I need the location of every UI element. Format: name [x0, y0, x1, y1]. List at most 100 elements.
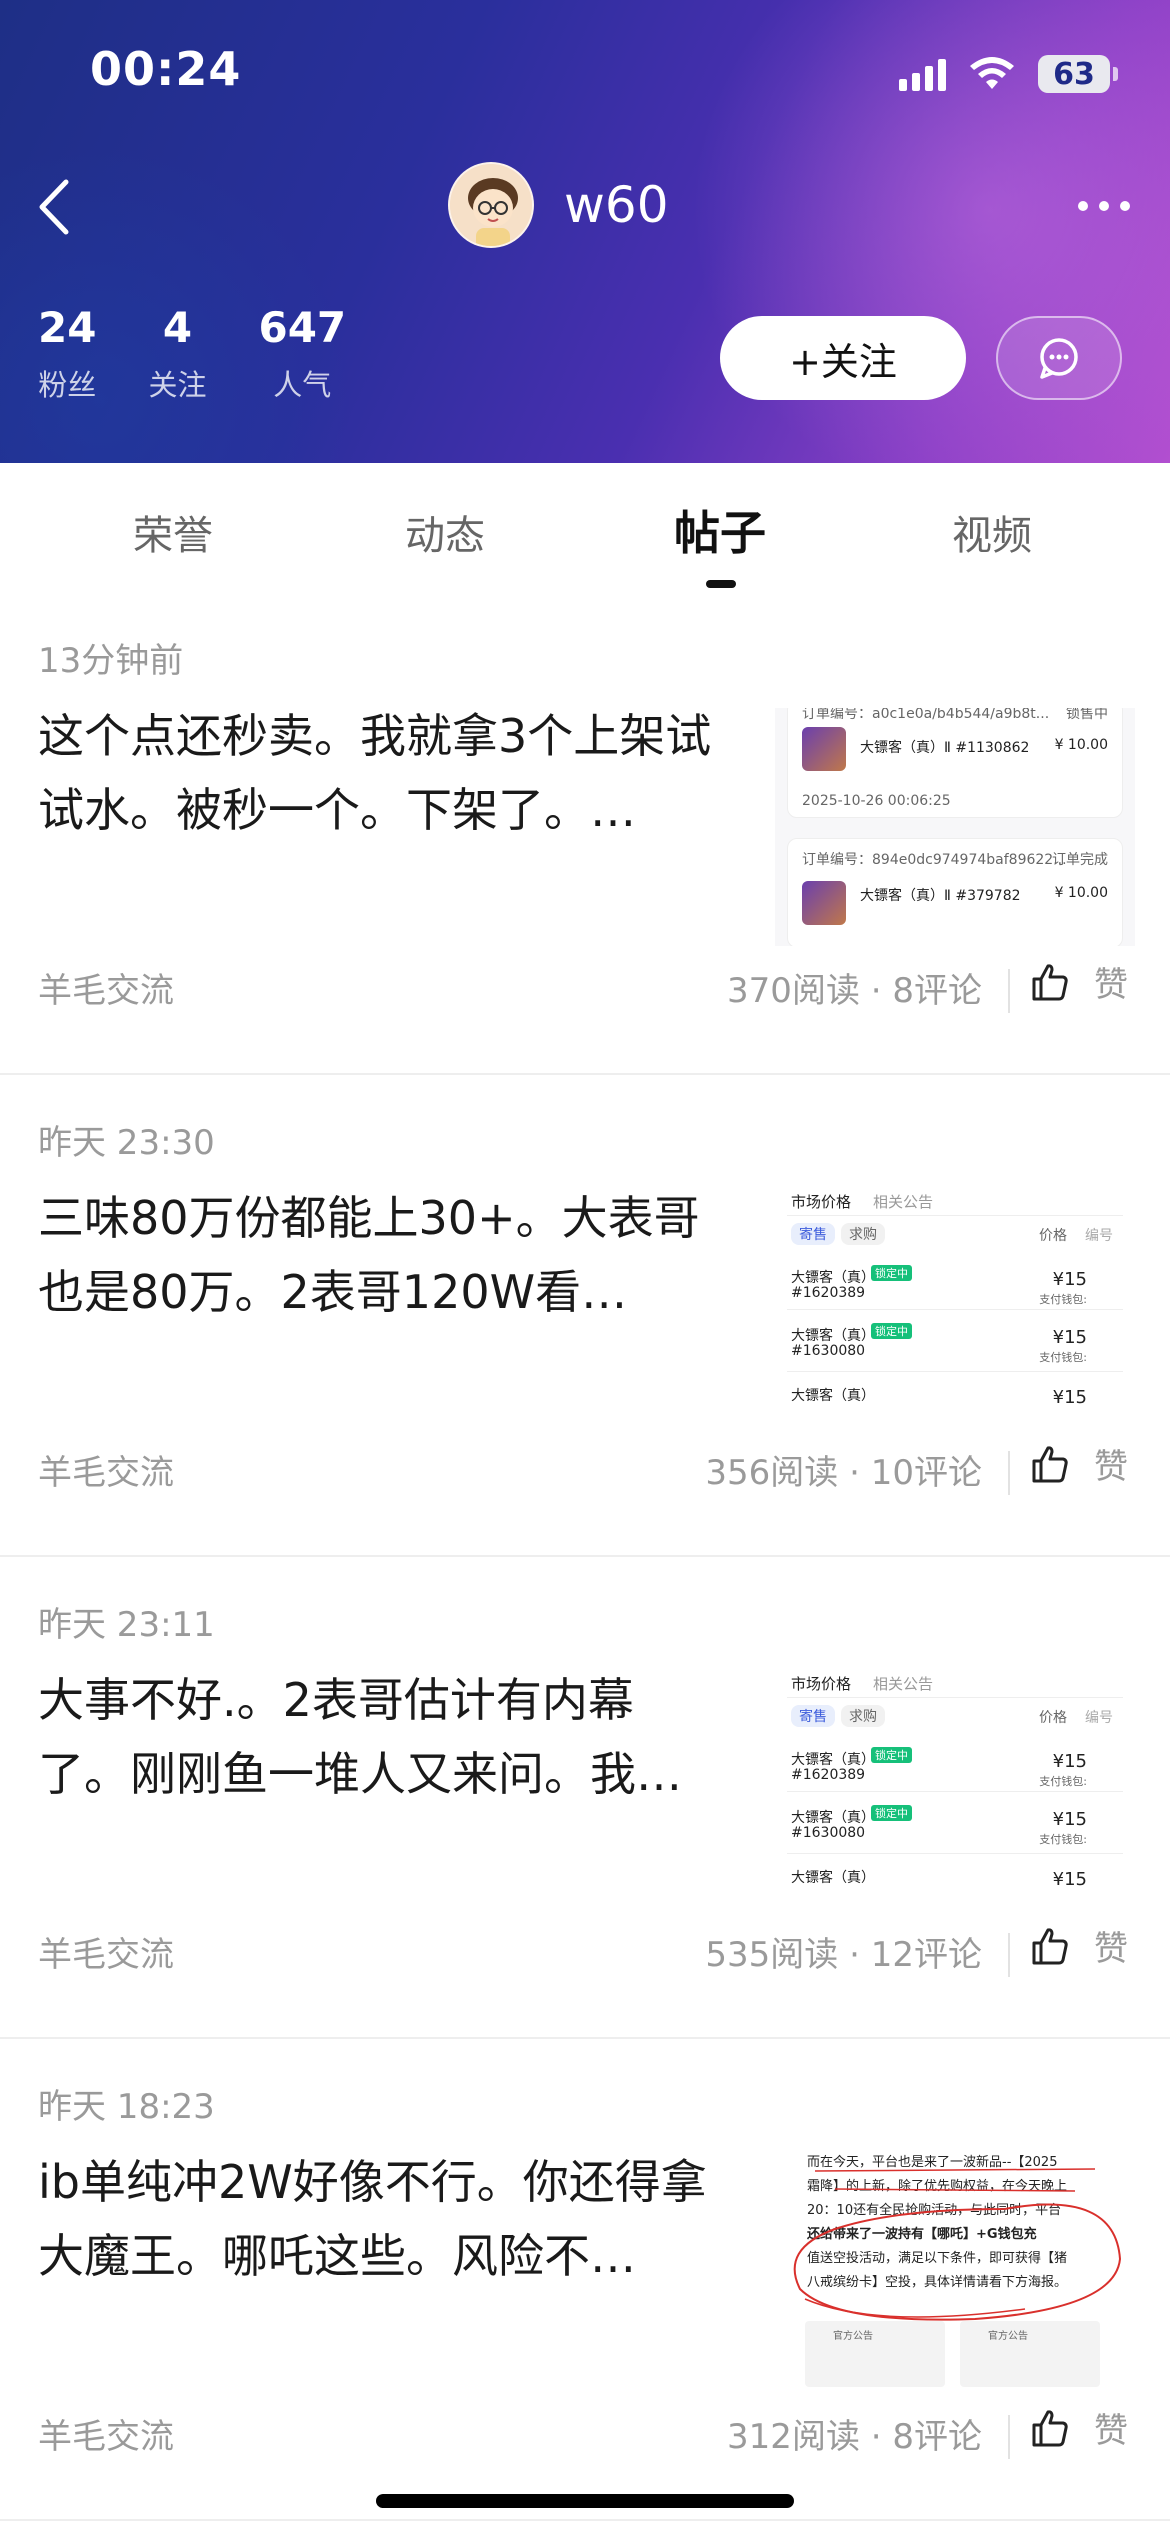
avatar-illustration — [450, 164, 532, 246]
stat-number: 647 — [258, 303, 347, 352]
tab-honors[interactable]: 荣誉 — [133, 503, 213, 561]
post-category[interactable]: 羊毛交流 — [38, 1445, 174, 1494]
listing-payment: 支付钱包: — [1039, 1293, 1087, 1306]
post-thumbnail[interactable]: 市场价格 相关公告 寄售 求购 价格 编号 大镖客（真） 锁定中 #162038… — [775, 1185, 1135, 1423]
preview-caption: 官方公告 — [833, 2331, 873, 2342]
post-item[interactable]: 昨天 23:11 大事不好.。2表哥估计有内幕了。刚刚鱼一堆人又来问。我… 市场… — [0, 1557, 1170, 2039]
post-footer: 羊毛交流 312阅读 · 8评论 赞 — [0, 2399, 1170, 2479]
post-thumbnail[interactable]: 而在今天，平台也是来了一波新品--【2025 霜降】的上新，除了优先购权益，在今… — [775, 2149, 1135, 2387]
divider — [787, 1215, 1123, 1216]
price-column: 价格 — [1039, 1228, 1067, 1244]
listing-name: 大镖客（真） — [791, 1328, 875, 1344]
screenshot-preview: 官方公告 — [805, 2321, 945, 2387]
notice-tab: 相关公告 — [873, 1193, 934, 1211]
divider — [1008, 2415, 1010, 2459]
stat-number: 4 — [162, 303, 193, 352]
tab-posts[interactable]: 帖子 — [674, 497, 766, 563]
post-item[interactable]: 昨天 18:23 ib单纯冲2W好像不行。你还得拿大魔王。哪吒这些。风险不… 而… — [0, 2039, 1170, 2521]
listing-price: ¥15 — [1052, 1869, 1087, 1890]
like-label: 赞 — [1094, 1447, 1128, 1487]
tab-activity[interactable]: 动态 — [405, 503, 485, 561]
post-stats: 535阅读 · 12评论 — [705, 1935, 982, 1975]
thumbs-up-icon — [1032, 1927, 1068, 1964]
like-button[interactable]: 赞 — [1030, 1921, 1128, 1970]
post-text[interactable]: 三味80万份都能上30+。大表哥也是80万。2表哥120W看… — [38, 1181, 718, 1329]
listing-price: ¥15 — [1052, 1809, 1087, 1830]
post-text[interactable]: 大事不好.。2表哥估计有内幕了。刚刚鱼一堆人又来问。我… — [38, 1663, 718, 1811]
item-image — [802, 881, 846, 925]
listing-payment: 支付钱包: — [1039, 1833, 1087, 1846]
thumbs-up-icon — [1032, 2409, 1068, 2446]
listing-id: #1620389 — [791, 1285, 866, 1301]
locked-badge: 锁定中 — [871, 1323, 912, 1339]
post-stats: 312阅读 · 8评论 — [727, 2417, 982, 2457]
price-column: 价格 — [1039, 1710, 1067, 1726]
like-button[interactable]: 赞 — [1030, 1439, 1128, 1488]
post-category[interactable]: 羊毛交流 — [38, 963, 174, 1012]
post-stats: 356阅读 · 10评论 — [705, 1453, 982, 1493]
post-item[interactable]: 昨天 23:30 三味80万份都能上30+。大表哥也是80万。2表哥120W看…… — [0, 1075, 1170, 1557]
listing-payment: 支付钱包: — [1039, 1351, 1087, 1364]
order-number: 订单编号：894e0dc974974baf89622... — [802, 852, 1067, 868]
post-time: 昨天 23:11 — [38, 1605, 215, 1645]
divider — [787, 1791, 1123, 1792]
divider — [1008, 1451, 1010, 1495]
more-options-icon[interactable] — [1078, 196, 1130, 216]
cellular-signal-icon — [899, 57, 946, 91]
id-column: 编号 — [1085, 1710, 1113, 1726]
post-item[interactable]: 13分钟前 这个点还秒卖。我就拿3个上架试试水。被秒一个。下架了。… 订单编号：… — [0, 593, 1170, 1075]
item-price: ¥ 10.00 — [1054, 737, 1108, 753]
listing-price: ¥15 — [1052, 1387, 1087, 1408]
post-category[interactable]: 羊毛交流 — [38, 2409, 174, 2458]
divider — [787, 1309, 1123, 1310]
screenshot-preview: 官方公告 — [960, 2321, 1100, 2387]
active-tab-indicator — [706, 580, 736, 588]
follow-button[interactable]: +关注 — [720, 316, 966, 400]
like-button[interactable]: 赞 — [1030, 2403, 1128, 2452]
post-thumbnail[interactable]: 订单编号：a0c1e0a/b4b544/a9b8t... 锁售中 大镖客（真）Ⅱ… — [775, 708, 1135, 946]
like-label: 赞 — [1094, 1929, 1128, 1969]
post-category[interactable]: 羊毛交流 — [38, 1927, 174, 1976]
divider — [787, 1853, 1123, 1854]
username: w60 — [564, 176, 669, 234]
divider — [1008, 969, 1010, 1013]
listing-id: #1630080 — [791, 1825, 866, 1841]
locked-badge: 锁定中 — [871, 1747, 912, 1763]
order-card: 订单编号：894e0dc974974baf89622... 订单完成 大镖客（真… — [787, 838, 1123, 946]
tab-videos[interactable]: 视频 — [952, 503, 1032, 561]
item-name: 大镖客（真）Ⅱ #379782 — [860, 888, 1021, 904]
status-time: 00:24 — [90, 42, 242, 96]
market-tab: 市场价格 — [791, 1193, 852, 1211]
order-date: 2025-10-26 00:06:25 — [802, 793, 951, 809]
post-thumbnail[interactable]: 市场价格 相关公告 寄售 求购 价格 编号 大镖客（真） 锁定中 #162038… — [775, 1667, 1135, 1905]
stat-following[interactable]: 4 关注 — [148, 300, 206, 404]
notice-tab: 相关公告 — [873, 1675, 934, 1693]
listing-price: ¥15 — [1052, 1269, 1087, 1290]
avatar[interactable] — [448, 162, 534, 248]
post-time: 昨天 23:30 — [38, 1123, 215, 1163]
home-indicator[interactable] — [376, 2494, 794, 2508]
post-text[interactable]: ib单纯冲2W好像不行。你还得拿大魔王。哪吒这些。风险不… — [38, 2145, 718, 2293]
item-price: ¥ 10.00 — [1054, 885, 1108, 901]
post-footer: 羊毛交流 535阅读 · 12评论 赞 — [0, 1917, 1170, 1997]
post-footer: 羊毛交流 370阅读 · 8评论 赞 — [0, 953, 1170, 1033]
thumbs-up-icon — [1032, 1445, 1068, 1482]
item-image — [802, 727, 846, 771]
post-time: 昨天 18:23 — [38, 2087, 215, 2127]
back-arrow-icon[interactable] — [30, 172, 80, 242]
item-name: 大镖客（真）Ⅱ #1130862 — [860, 740, 1030, 756]
consign-chip: 寄售 — [791, 1705, 835, 1727]
listing-name: 大镖客（真） — [791, 1870, 875, 1886]
listing-payment: 支付钱包: — [1039, 1775, 1087, 1788]
like-button[interactable]: 赞 — [1030, 957, 1128, 1006]
stat-label: 粉丝 — [38, 368, 97, 402]
wifi-icon — [970, 57, 1014, 89]
listing-price: ¥15 — [1052, 1751, 1087, 1772]
stat-followers[interactable]: 24 粉丝 — [38, 300, 96, 404]
post-text[interactable]: 这个点还秒卖。我就拿3个上架试试水。被秒一个。下架了。… — [38, 699, 718, 847]
thumbs-up-icon — [1032, 963, 1068, 1000]
listing-price: ¥15 — [1052, 1327, 1087, 1348]
divider — [787, 1697, 1123, 1698]
message-button[interactable] — [996, 316, 1122, 400]
id-column: 编号 — [1085, 1228, 1113, 1244]
